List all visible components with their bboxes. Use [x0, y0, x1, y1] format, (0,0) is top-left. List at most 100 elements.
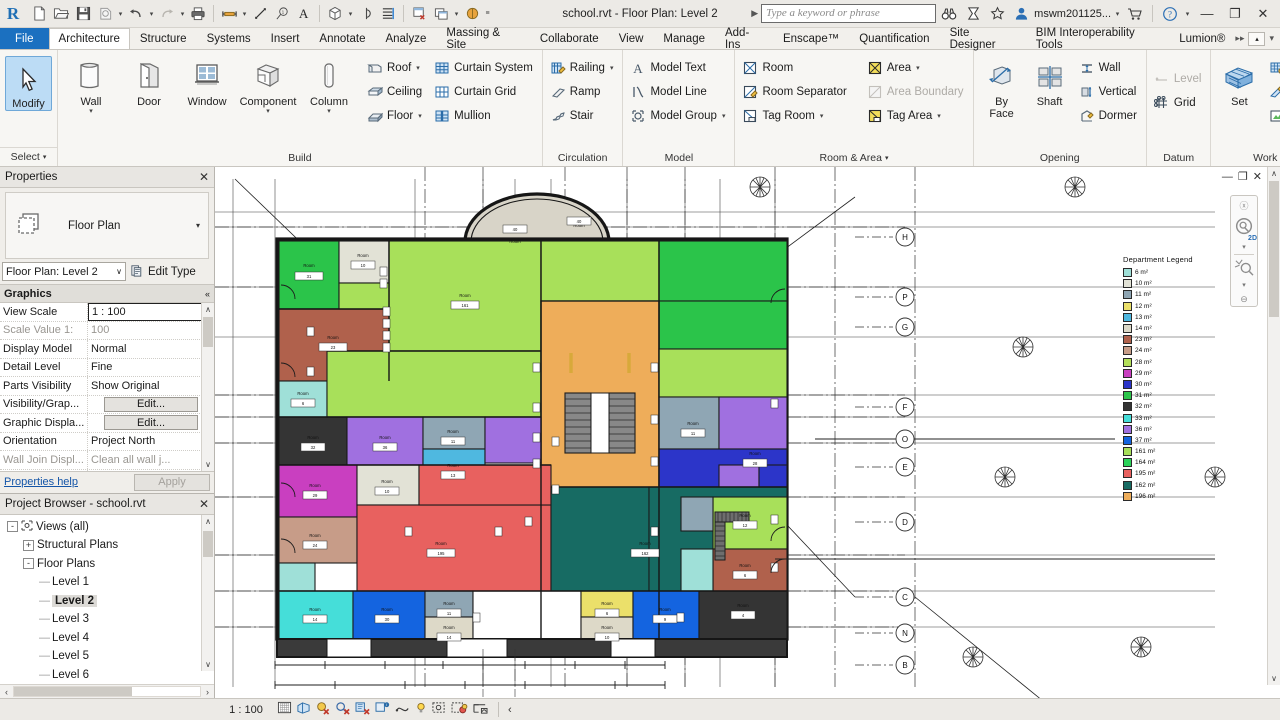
help-menu-caret[interactable]: ▾	[1183, 3, 1192, 25]
browser-node-floor-plans[interactable]: - Floor Plans	[3, 555, 214, 574]
print-icon[interactable]	[187, 3, 209, 25]
properties-scroll-thumb[interactable]	[203, 317, 213, 347]
canvas-scroll-up-icon[interactable]: ∧	[1268, 167, 1280, 180]
ramp-button[interactable]: Ramp	[548, 80, 618, 103]
window-restore-button[interactable]: ❐	[1222, 1, 1248, 27]
properties-scrollbar[interactable]: ∧ ∨	[201, 303, 214, 471]
property-value[interactable]: 1 : 100	[88, 303, 214, 321]
tab-annotate[interactable]: Annotate	[309, 28, 375, 49]
window-button[interactable]: Window	[179, 55, 235, 108]
browser-hscroll-thumb[interactable]	[14, 687, 132, 696]
roof-button[interactable]: Roof ▾	[365, 56, 426, 79]
undo-dropdown-caret[interactable]: ▾	[147, 3, 156, 25]
ceiling-button[interactable]: Ceiling	[365, 80, 426, 103]
component-button[interactable]: Component ▾	[237, 55, 299, 115]
qat-overflow-caret[interactable]: ≡	[483, 3, 492, 25]
save-as-icon[interactable]	[94, 3, 116, 25]
properties-group-header[interactable]: Graphics «	[0, 285, 214, 303]
property-edit-button[interactable]: Edit...	[104, 415, 198, 431]
browser-node-views-all[interactable]: - Views (all)	[3, 518, 214, 537]
nav-zoom-caret-icon[interactable]: ▾	[1242, 281, 1246, 289]
ref-plane-button[interactable]: Ref Plane	[1267, 80, 1280, 103]
property-row[interactable]: Detail Level Fine	[0, 358, 214, 377]
view-minimize-icon[interactable]: —	[1222, 171, 1233, 183]
model-line-button[interactable]: Model Line	[628, 80, 729, 103]
model-group-button[interactable]: Model Group ▾	[628, 104, 729, 127]
worksharing-display-icon[interactable]	[415, 701, 427, 718]
view-restore-icon[interactable]: ❐	[1238, 170, 1248, 183]
tab-enscape[interactable]: Enscape™	[773, 28, 849, 49]
browser-scroll-down-icon[interactable]: ∨	[202, 658, 214, 671]
properties-preview-caret-icon[interactable]: ▾	[196, 221, 200, 230]
sun-path-icon[interactable]	[472, 701, 489, 718]
save-as-dropdown-caret[interactable]: ▾	[116, 3, 125, 25]
revit-logo-icon[interactable]: R	[0, 4, 26, 24]
tab-view[interactable]: View	[609, 28, 654, 49]
select-dropdown[interactable]: Select ▾	[0, 147, 57, 166]
property-row[interactable]: Orientation Project North	[0, 432, 214, 451]
tab-insert[interactable]: Insert	[261, 28, 310, 49]
dormer-opening-button[interactable]: Dormer	[1077, 104, 1141, 127]
area-dropdown-caret[interactable]: ▾	[916, 64, 920, 72]
stair-button[interactable]: Stair	[548, 104, 618, 127]
search-binoculars-icon[interactable]	[938, 3, 960, 25]
floor-dropdown-caret[interactable]: ▾	[418, 112, 422, 120]
column-dropdown-caret[interactable]: ▾	[327, 108, 331, 115]
properties-scroll-down-icon[interactable]: ∨	[202, 458, 214, 471]
tab-structure[interactable]: Structure	[130, 28, 197, 49]
model-text-button[interactable]: A Model Text	[628, 56, 729, 79]
properties-scroll-up-icon[interactable]: ∧	[202, 303, 214, 316]
property-value[interactable]: 100	[88, 322, 214, 340]
model-group-dropdown-caret[interactable]: ▾	[722, 112, 726, 120]
canvas-scroll-thumb[interactable]	[1269, 181, 1279, 317]
property-value[interactable]: Edit...	[88, 396, 214, 414]
browser-node-level-4[interactable]: — Level 4	[3, 629, 214, 648]
tab-lumion[interactable]: Lumion®	[1169, 28, 1235, 49]
properties-help-link[interactable]: Properties help	[4, 476, 78, 488]
mullion-button[interactable]: Mullion	[432, 104, 537, 127]
column-button[interactable]: Column ▾	[301, 55, 357, 115]
zoom-region-icon[interactable]	[1233, 258, 1255, 279]
switch-windows-caret[interactable]: ▾	[452, 3, 461, 25]
property-value[interactable]: Fine	[88, 359, 214, 377]
model-graphics-style-icon[interactable]	[451, 701, 468, 718]
temporary-view-properties-icon[interactable]	[355, 701, 371, 718]
tag-area-dropdown-caret[interactable]: ▾	[937, 112, 941, 120]
tab-systems[interactable]: Systems	[197, 28, 261, 49]
tag-room-button[interactable]: Tag Room ▾	[740, 104, 850, 127]
tab-file[interactable]: File	[0, 28, 49, 49]
canvas-vscrollbar[interactable]: ∧ ∨	[1267, 167, 1280, 685]
user-avatar-icon[interactable]	[1010, 3, 1032, 25]
panel-title-room-area[interactable]: Room & Area ▾	[735, 149, 972, 166]
browser-node-level-5[interactable]: — Level 5	[3, 647, 214, 666]
reveal-hidden-elements-icon[interactable]	[335, 701, 351, 718]
measure-icon[interactable]	[218, 3, 240, 25]
save-icon[interactable]	[72, 3, 94, 25]
property-row[interactable]: Visibility/Grap... Edit...	[0, 395, 214, 414]
set-workplane-button[interactable]: Set	[1216, 55, 1262, 108]
tab-architecture[interactable]: Architecture	[48, 28, 130, 49]
customize-qat-icon[interactable]	[461, 3, 483, 25]
new-file-icon[interactable]	[28, 3, 50, 25]
switch-windows-icon[interactable]	[430, 3, 452, 25]
browser-node-level-1[interactable]: — Level 1	[3, 573, 214, 592]
property-row[interactable]: Wall Join Displ... Clean all wall j...	[0, 451, 214, 470]
window-minimize-button[interactable]: —	[1194, 1, 1220, 27]
floor-button[interactable]: Floor ▾	[365, 104, 426, 127]
property-value[interactable]: Edit...	[88, 414, 214, 432]
level-button[interactable]: Level	[1152, 67, 1206, 90]
property-row[interactable]: Scale Value 1: 100	[0, 321, 214, 340]
aligned-dimension-icon[interactable]	[249, 3, 271, 25]
show-constraints-icon[interactable]	[395, 701, 411, 718]
tab-massing-site[interactable]: Massing & Site	[436, 27, 529, 51]
roof-dropdown-caret[interactable]: ▾	[416, 64, 420, 72]
type-selector-dropdown[interactable]: Floor Plan: Level 2 ∨	[2, 262, 126, 281]
properties-close-icon[interactable]: ✕	[199, 170, 209, 184]
view-close-icon[interactable]: ✕	[1253, 170, 1262, 183]
area-boundary-button[interactable]: Area Boundary	[865, 80, 968, 103]
property-row[interactable]: Display Model Normal	[0, 340, 214, 359]
drawing-canvas[interactable]: Room 31 Room 10 Room 161 Room 23 Room 6 Room 3…	[215, 167, 1280, 698]
wall-button[interactable]: Wall ▾	[63, 55, 119, 115]
window-close-button[interactable]: ✕	[1250, 1, 1276, 27]
user-menu-caret[interactable]: ▾	[1113, 3, 1122, 25]
